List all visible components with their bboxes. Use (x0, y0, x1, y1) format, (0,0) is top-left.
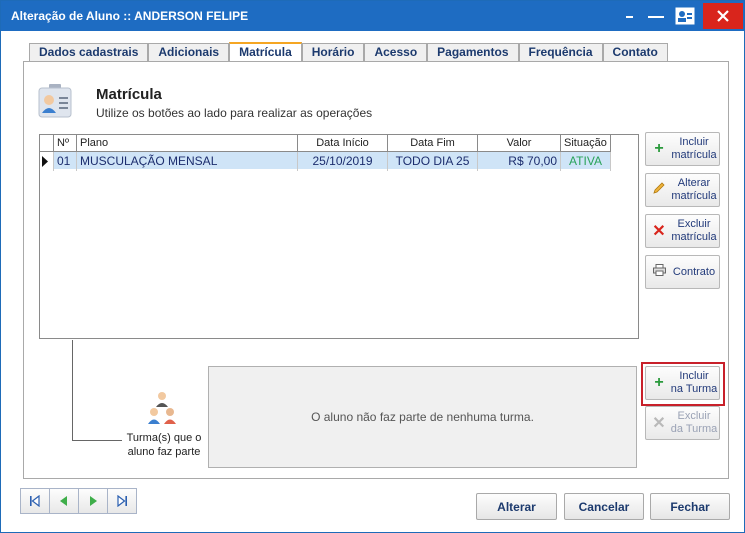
classes-label: Turma(s) que o aluno faz parte (126, 432, 202, 458)
edit-enrollment-button[interactable]: Alterar matrícula (645, 173, 720, 207)
pencil-icon (649, 181, 669, 200)
cell-start-date: 25/10/2019 (298, 152, 388, 171)
tab-dados-cadastrais[interactable]: Dados cadastrais (29, 43, 149, 61)
close-window-button[interactable]: Fechar (650, 493, 730, 520)
next-record-button[interactable] (78, 488, 108, 514)
save-button[interactable]: Alterar (476, 493, 557, 520)
record-navigator (20, 488, 140, 514)
classes-box: O aluno não faz parte de nenhuma turma. (208, 366, 637, 468)
first-record-button[interactable] (20, 488, 50, 514)
delete-enrollment-button[interactable]: ✕ Excluir matrícula (645, 214, 720, 248)
connector-line (72, 440, 122, 441)
connector-line (72, 340, 73, 440)
tab-matricula[interactable]: Matrícula (229, 42, 302, 62)
last-record-button[interactable] (107, 488, 137, 514)
column-header[interactable]: Valor (478, 135, 561, 152)
plus-icon: + (654, 140, 664, 157)
tab-horario[interactable]: Horário (301, 43, 365, 61)
tab-pagamentos[interactable]: Pagamentos (427, 43, 519, 61)
row-indicator-header (40, 135, 54, 152)
plus-icon: + (654, 374, 664, 391)
section-title: Matrícula (96, 86, 162, 103)
empty-classes-message: O aluno não faz parte de nenhuma turma. (311, 410, 534, 424)
student-edit-window: Alteração de Aluno :: ANDERSON FELIPE Da… (0, 0, 745, 533)
printer-icon (649, 263, 669, 281)
minimize-small-icon[interactable] (619, 1, 639, 31)
window-title: Alteração de Aluno :: ANDERSON FELIPE (11, 9, 249, 23)
close-button[interactable] (703, 3, 743, 29)
table-row[interactable]: 01 MUSCULAÇÃO MENSAL 25/10/2019 TODO DIA… (40, 152, 611, 171)
cell-status: ATIVA (561, 152, 611, 171)
cell-end-date: TODO DIA 25 (388, 152, 478, 171)
title-bar: Alteração de Aluno :: ANDERSON FELIPE (1, 1, 744, 31)
previous-icon (60, 496, 67, 506)
group-users-icon (148, 392, 176, 424)
cell-value: R$ 70,00 (478, 152, 561, 171)
id-card-icon (38, 84, 72, 118)
tab-acesso[interactable]: Acesso (364, 43, 428, 61)
add-to-class-button[interactable]: + Incluir na Turma (645, 366, 720, 400)
remove-from-class-button[interactable]: ✕ Excluir da Turma (645, 406, 720, 440)
cancel-button[interactable]: Cancelar (564, 493, 644, 520)
row-selector-icon (40, 152, 54, 171)
add-enrollment-button[interactable]: + Incluir matrícula (645, 132, 720, 166)
column-header[interactable]: Plano (77, 135, 298, 152)
close-icon (717, 10, 729, 22)
tab-bar: Dados cadastrais Adicionais Matrícula Ho… (29, 42, 668, 62)
column-header[interactable]: Data Início (298, 135, 388, 152)
next-icon (90, 496, 97, 506)
grid-header: Nº Plano Data Início Data Fim Valor Situ… (40, 135, 611, 152)
tab-adicionais[interactable]: Adicionais (148, 43, 230, 61)
contract-button[interactable]: Contrato (645, 255, 720, 289)
last-icon (117, 495, 127, 507)
tab-contato[interactable]: Contato (602, 43, 668, 61)
section-subtitle: Utilize os botões ao lado para realizar … (96, 106, 373, 120)
column-header[interactable]: Nº (54, 135, 77, 152)
minimize-button[interactable] (643, 1, 669, 31)
previous-record-button[interactable] (49, 488, 79, 514)
column-header[interactable]: Data Fim (388, 135, 478, 152)
first-icon (30, 495, 40, 507)
x-icon: ✕ (652, 415, 666, 432)
cell-number: 01 (54, 152, 77, 171)
column-header[interactable]: Situação (561, 135, 611, 152)
user-card-icon[interactable] (673, 1, 697, 31)
enrollment-grid[interactable]: Nº Plano Data Início Data Fim Valor Situ… (39, 134, 639, 339)
x-icon: ✕ (652, 223, 666, 240)
cell-plan: MUSCULAÇÃO MENSAL (77, 152, 298, 171)
tab-frequencia[interactable]: Frequência (518, 43, 603, 61)
